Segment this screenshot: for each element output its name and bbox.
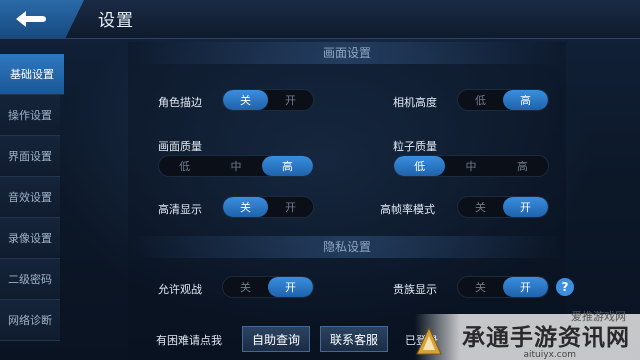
noble-label: 贵族显示 (393, 283, 437, 296)
quality-option-high[interactable]: 高 (261, 156, 313, 176)
sidebar: 基础设置 操作设置 界面设置 音效设置 录像设置 二级密码 网络诊断 (0, 54, 64, 341)
quality-label: 画面质量 (158, 140, 202, 153)
particle-option-mid[interactable]: 中 (445, 156, 496, 176)
help-question-icon[interactable]: ? (556, 278, 574, 296)
particle-option-high[interactable]: 高 (497, 156, 548, 176)
allow-watch-option-on[interactable]: 开 (268, 277, 313, 297)
noble-toggle[interactable]: 关 开 (457, 276, 549, 298)
quality-option-low[interactable]: 低 (159, 156, 210, 176)
camera-height-option-high[interactable]: 高 (503, 90, 548, 110)
high-fps-label: 高帧率模式 (380, 203, 435, 216)
camera-height-toggle[interactable]: 低 高 (457, 89, 549, 111)
hd-label: 高清显示 (158, 203, 202, 216)
outline-option-on[interactable]: 开 (268, 90, 313, 110)
outline-option-off[interactable]: 关 (223, 90, 268, 110)
particle-option-low[interactable]: 低 (394, 156, 446, 176)
watermark-logo-icon (416, 326, 442, 355)
high-fps-toggle[interactable]: 关 开 (457, 196, 549, 218)
watermark-url-text: aituiyx.com (523, 350, 576, 360)
sidebar-item-recording[interactable]: 录像设置 (0, 218, 60, 259)
page-title: 设置 (98, 11, 134, 31)
section-header-privacy: 隐私设置 (128, 236, 566, 258)
watermark: 爱推游戏网 承通手游资讯网 aituiyx.com (415, 310, 640, 360)
camera-height-label: 相机高度 (393, 96, 437, 109)
hd-toggle[interactable]: 关 开 (222, 196, 314, 218)
contact-support-button[interactable]: 联系客服 (320, 326, 388, 352)
allow-watch-toggle[interactable]: 关 开 (222, 276, 314, 298)
camera-height-option-low[interactable]: 低 (458, 90, 503, 110)
hd-option-on[interactable]: 开 (268, 197, 313, 217)
particle-selector[interactable]: 低 中 高 (393, 155, 549, 177)
particle-label: 粒子质量 (393, 140, 437, 153)
high-fps-option-on[interactable]: 开 (503, 197, 548, 217)
sidebar-item-password[interactable]: 二级密码 (0, 259, 60, 300)
sidebar-item-interface[interactable]: 界面设置 (0, 136, 60, 177)
sidebar-item-controls[interactable]: 操作设置 (0, 95, 60, 136)
watermark-main-text: 承通手游资讯网 (462, 324, 630, 351)
noble-option-on[interactable]: 开 (503, 277, 548, 297)
section-header-display: 画面设置 (128, 42, 566, 64)
sidebar-item-network[interactable]: 网络诊断 (0, 300, 60, 341)
quality-option-mid[interactable]: 中 (210, 156, 261, 176)
allow-watch-option-off[interactable]: 关 (223, 277, 268, 297)
quality-selector[interactable]: 低 中 高 (158, 155, 314, 177)
allow-watch-label: 允许观战 (158, 283, 202, 296)
back-button[interactable] (0, 0, 84, 38)
help-prompt-text: 有困难请点我 (156, 334, 222, 347)
outline-toggle[interactable]: 关 开 (222, 89, 314, 111)
sidebar-item-basic[interactable]: 基础设置 (0, 54, 64, 95)
outline-label: 角色描边 (158, 96, 202, 109)
top-bar: 设置 (0, 0, 640, 39)
noble-option-off[interactable]: 关 (458, 277, 503, 297)
high-fps-option-off[interactable]: 关 (458, 197, 503, 217)
back-arrow-icon (16, 11, 46, 27)
hd-option-off[interactable]: 关 (223, 197, 268, 217)
sidebar-item-audio[interactable]: 音效设置 (0, 177, 60, 218)
self-help-button[interactable]: 自助查询 (242, 326, 310, 352)
